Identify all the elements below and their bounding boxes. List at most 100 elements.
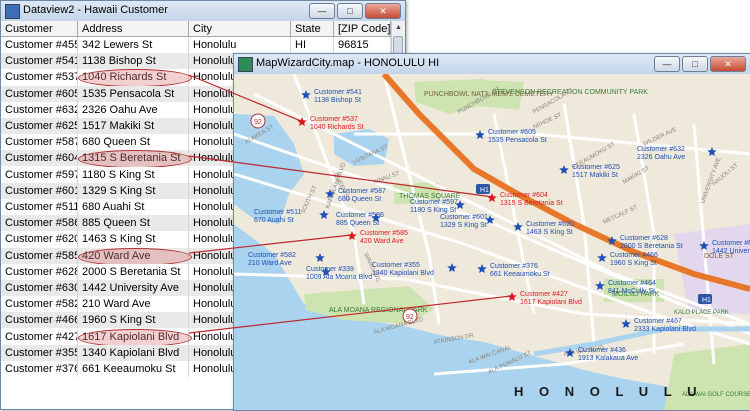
table-cell[interactable]: Customer #630 — [1, 280, 78, 296]
table-cell[interactable]: Customer #587 — [1, 134, 78, 151]
customer-marker[interactable]: Customer #586885 Queen St — [336, 212, 384, 227]
table-cell[interactable]: HI — [291, 37, 334, 53]
table-cell[interactable]: Customer #604 — [1, 150, 78, 167]
table-cell[interactable]: Customer #628 — [1, 263, 78, 280]
table-cell[interactable]: Customer #582 — [1, 296, 78, 313]
table-cell[interactable]: 1340 Kapiolani Blvd — [78, 344, 189, 361]
table-cell[interactable]: 1442 University Ave — [78, 280, 189, 296]
map-icon — [238, 57, 253, 72]
marker-name: Customer #597 — [410, 199, 458, 206]
table-cell[interactable]: Customer #585 — [1, 247, 78, 264]
table-cell[interactable]: Customer #541 — [1, 53, 78, 70]
marker-address: 1535 Pensacola St — [488, 137, 547, 144]
map-minimize-button[interactable]: — — [654, 56, 680, 72]
marker-name: Customer #511 — [254, 209, 301, 216]
column-header[interactable]: State — [291, 21, 334, 37]
map-maximize-button[interactable]: □ — [682, 56, 708, 72]
map-title: MapWizardCity.map - HONOLULU HI — [256, 57, 440, 69]
table-header: Customer Address City State [ZIP Code] — [1, 21, 391, 37]
scroll-up-icon[interactable]: ▲ — [392, 21, 405, 34]
table-cell[interactable]: 210 Ward Ave — [78, 296, 189, 313]
table-cell[interactable]: 661 Keeaumoku St — [78, 361, 189, 377]
marker-address: 2326 Oahu Ave — [637, 154, 685, 161]
marker-name: Customer #537 — [310, 116, 358, 123]
marker-address: 1517 Makiki St — [572, 172, 618, 179]
table-cell[interactable]: 1517 Makiki St — [78, 118, 189, 134]
marker-name: Customer #541 — [314, 89, 362, 96]
map-titlebar[interactable]: MapWizardCity.map - HONOLULU HI — □ ✕ — [234, 54, 750, 75]
table-cell[interactable]: Customer #625 — [1, 118, 78, 134]
table-cell[interactable]: 1960 S King St — [78, 312, 189, 329]
map-canvas[interactable]: PUNCHBOWL NAT'L MEM'L CEMETERYSTEVENSON … — [234, 74, 750, 410]
marker-name: Customer #605 — [488, 129, 536, 136]
marker-address: 1138 Bishop St — [314, 97, 361, 104]
table-cell[interactable]: Customer #537 — [1, 69, 78, 86]
marker-address: 1340 Kapiolani Blvd — [372, 270, 434, 277]
table-cell[interactable]: Customer #601 — [1, 182, 78, 199]
table-cell[interactable]: 1535 Pensacola St — [78, 85, 189, 102]
column-header[interactable]: Customer — [1, 21, 78, 37]
marker-address: 1442 Universi — [712, 248, 750, 255]
table-cell[interactable]: Customer #620 — [1, 231, 78, 248]
marker-address: 670 Auahi St — [254, 217, 294, 224]
marker-address: 2000 S Beretania St — [620, 243, 683, 250]
table-cell[interactable]: 342 Lewers St — [78, 37, 189, 53]
table-cell[interactable]: Customer #605 — [1, 85, 78, 102]
table-icon — [5, 4, 20, 19]
maximize-button[interactable]: □ — [337, 3, 363, 19]
marker-name: Customer #436 — [578, 347, 626, 354]
marker-name: Customer #464 — [608, 280, 656, 287]
map-close-button[interactable]: ✕ — [710, 56, 746, 72]
table-cell[interactable]: 2000 S Beretania St — [78, 263, 189, 280]
marker-name: Customer #628 — [620, 235, 668, 242]
column-header[interactable]: City — [189, 21, 291, 37]
marker-name: Customer #585 — [360, 230, 408, 237]
table-cell[interactable]: 885 Queen St — [78, 215, 189, 232]
marker-address: 2333 Kapiolani Blvd — [634, 326, 696, 333]
column-header[interactable]: Address — [78, 21, 189, 37]
golf-course — [664, 344, 750, 410]
marker-name: Customer #582 — [248, 252, 296, 259]
table-cell[interactable]: Customer #466 — [1, 312, 78, 329]
table-cell[interactable]: 680 Auahi St — [78, 199, 189, 215]
customer-marker[interactable]: Customer #6011329 S King St — [440, 214, 495, 229]
table-cell[interactable]: 2326 Oahu Ave — [78, 101, 189, 118]
table-cell[interactable]: 680 Queen St — [78, 134, 189, 151]
table-cell[interactable]: Honolulu — [189, 37, 291, 53]
close-button[interactable]: ✕ — [365, 3, 401, 19]
place-label: H1 — [702, 297, 711, 304]
table-cell[interactable]: Customer #632 — [1, 101, 78, 118]
marker-name: Customer #376 — [490, 263, 538, 270]
marker-address: 1180 S King St — [410, 207, 456, 214]
table-cell[interactable]: 96815 — [334, 37, 391, 53]
dataview-titlebar[interactable]: Dataview2 - Hawaii Customer — □ ✕ — [1, 1, 405, 22]
marker-address: 1009 Ala Moana Blvd — [306, 274, 372, 281]
table-cell[interactable]: Customer #597 — [1, 166, 78, 183]
table-cell[interactable]: 1180 S King St — [78, 166, 189, 183]
table-cell[interactable]: 1463 S King St — [78, 231, 189, 248]
table-cell[interactable]: 1138 Bishop St — [78, 53, 189, 70]
marker-address: 661 Keeaumoku St — [490, 271, 550, 278]
marker-address: 420 Ward Ave — [360, 238, 404, 245]
table-cell[interactable]: Customer #355 — [1, 344, 78, 361]
marker-name: Customer #427 — [520, 291, 568, 298]
marker-address: 885 Queen St — [336, 220, 379, 227]
marker-name: Customer #625 — [572, 164, 620, 171]
table-cell[interactable]: Customer #586 — [1, 215, 78, 232]
marker-name: Customer #63 — [712, 240, 750, 247]
minimize-button[interactable]: — — [309, 3, 335, 19]
marker-address: 1315 S Beretania St — [500, 200, 563, 207]
table-cell[interactable]: Customer #427 — [1, 328, 78, 345]
table-cell[interactable]: Customer #511 — [1, 199, 78, 215]
marker-name: Customer #620 — [526, 221, 574, 228]
column-header[interactable]: [ZIP Code] — [334, 21, 391, 37]
marker-address: 1329 S King St — [440, 222, 487, 229]
table-cell[interactable]: Customer #376 — [1, 361, 78, 377]
marker-name: Customer #466 — [610, 252, 658, 259]
marker-name: Customer #355 — [372, 262, 420, 269]
marker-address: 680 Queen St — [338, 196, 381, 203]
map-window[interactable]: MapWizardCity.map - HONOLULU HI — □ ✕ PU… — [233, 53, 750, 411]
table-row[interactable]: Customer #455 342 Lewers St Honolulu HI 9681… — [1, 37, 391, 53]
table-cell[interactable]: 1329 S King St — [78, 182, 189, 199]
table-cell[interactable]: Customer #455 — [1, 37, 78, 53]
